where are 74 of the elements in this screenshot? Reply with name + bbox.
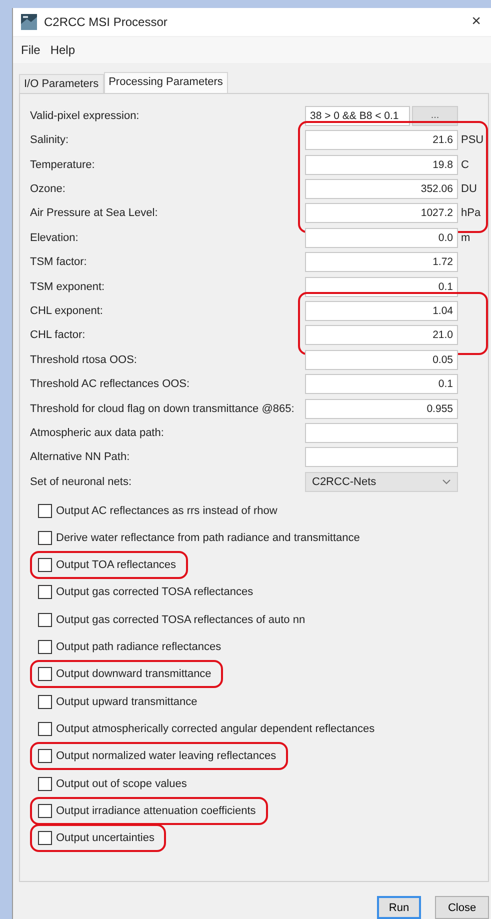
checkbox-label: Output normalized water leaving reflectances (56, 750, 276, 762)
run-button[interactable]: Run (377, 896, 421, 919)
checkbox[interactable] (38, 558, 52, 572)
number-field[interactable]: 0.1 (305, 374, 458, 394)
checkbox-label: Derive water reflectance from path radiance and transmittance (56, 532, 360, 544)
checkbox-label: Output downward transmittance (56, 668, 212, 680)
field-label: CHL factor: (30, 329, 86, 342)
checkbox[interactable] (38, 694, 52, 709)
number-field[interactable]: 352.06 (305, 179, 458, 200)
checkbox[interactable] (38, 530, 52, 545)
field-label: CHL exponent: (30, 305, 104, 317)
window-title: C2RCC MSI Processor (44, 14, 168, 29)
checkbox-label: Output TOA reflectances (56, 559, 176, 572)
browse-button[interactable]: ... (412, 106, 458, 126)
checkbox-label: Output atmospherically corrected angular dependent reflectances (56, 722, 375, 735)
checkbox-label: Output gas corrected TOSA reflectances of auto nn (56, 614, 306, 626)
number-field[interactable]: 1027.2 (305, 203, 458, 224)
menu-item[interactable]: Help (50, 42, 76, 57)
field-label: Threshold AC reflectances OOS: (30, 378, 191, 390)
unit-label: C (460, 158, 470, 171)
number-field[interactable]: 0.05 (305, 350, 458, 370)
chevron-icon (442, 478, 451, 485)
unit-label: m (460, 232, 472, 244)
menu-item[interactable]: File (21, 42, 40, 57)
number-field[interactable]: 21.0 (305, 325, 458, 346)
number-field[interactable]: 0.1 (305, 276, 458, 297)
close-button[interactable]: Close (435, 896, 489, 919)
text-field[interactable] (305, 422, 458, 443)
checkbox-label: Output path radiance reflectances (56, 641, 222, 654)
field-label: Atmospheric aux data path: (30, 426, 165, 439)
tab[interactable]: Processing Parameters (104, 72, 228, 93)
tab[interactable]: I/O Parameters (19, 74, 104, 93)
number-field[interactable]: 1.72 (305, 252, 458, 272)
field-label: Salinity: (30, 134, 70, 146)
field-label: Alternative NN Path: (30, 451, 131, 464)
text-field[interactable] (305, 447, 458, 468)
checkbox-label: Output upward transmittance (56, 696, 198, 708)
checkbox-label: Output gas corrected TOSA reflectances (56, 586, 254, 598)
expression-field[interactable]: 38 > 0 && B8 < 0.1 (305, 106, 410, 126)
checkbox[interactable] (38, 722, 52, 736)
checkbox[interactable] (38, 749, 52, 764)
field-label: Threshold rtosa OOS: (30, 354, 138, 366)
checkbox[interactable] (38, 585, 52, 600)
field-label: Set of neuronal nets: (30, 476, 133, 488)
number-field[interactable]: 0.955 (305, 398, 458, 419)
close-button[interactable]: × (472, 12, 481, 31)
checkbox[interactable] (38, 804, 52, 818)
checkbox-label: Output out of scope values (56, 778, 187, 790)
checkbox[interactable] (38, 776, 52, 791)
unit-label: hPa (460, 207, 482, 220)
checkbox-label: Output AC reflectances as rrs instead of rhow (56, 504, 278, 517)
app-icon (21, 14, 37, 30)
field-label: TSM exponent: (30, 280, 106, 293)
dropdown[interactable]: C2RCC-Nets (305, 472, 458, 492)
checkbox[interactable] (38, 504, 52, 518)
unit-label: PSU (460, 134, 485, 146)
field-label: TSM factor: (30, 256, 88, 268)
field-label: Threshold for cloud flag on down transmittance @865: (30, 402, 296, 415)
unit-label: DU (460, 183, 478, 196)
checkbox[interactable] (38, 667, 52, 682)
checkbox[interactable] (38, 612, 52, 627)
number-field[interactable]: 21.6 (305, 130, 458, 150)
field-label: Air Pressure at Sea Level: (30, 207, 159, 220)
checkbox[interactable] (38, 640, 52, 654)
checkbox-label: Output irradiance attenuation coefficients (56, 804, 256, 817)
number-field[interactable]: 1.04 (305, 301, 458, 321)
number-field[interactable]: 19.8 (305, 154, 458, 175)
field-label: Valid-pixel expression: (30, 110, 140, 122)
checkbox-label: Output uncertainties (56, 832, 154, 844)
field-label: Temperature: (30, 158, 96, 171)
number-field[interactable]: 0.0 (305, 228, 458, 248)
checkbox[interactable] (38, 831, 52, 846)
field-label: Ozone: (30, 183, 66, 196)
field-label: Elevation: (30, 232, 80, 244)
